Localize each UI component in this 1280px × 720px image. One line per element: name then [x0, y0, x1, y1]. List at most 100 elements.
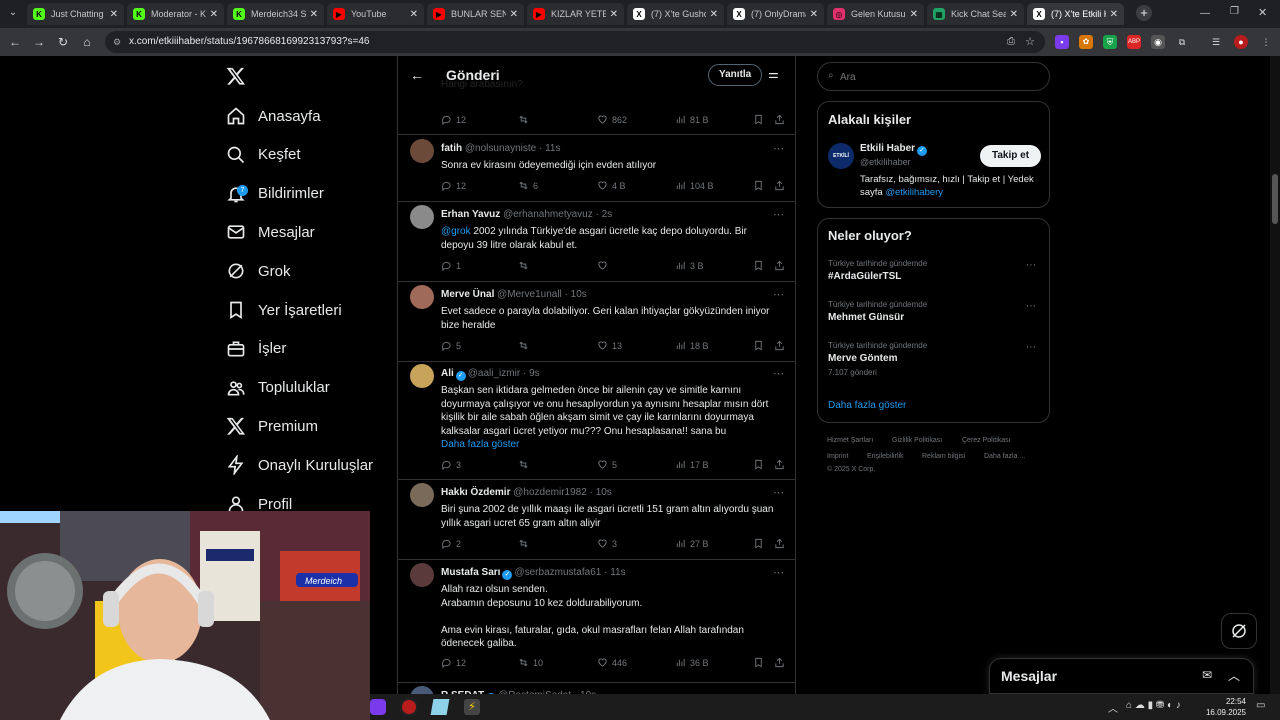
notification-icon[interactable]: ▭: [1256, 700, 1265, 711]
home-browser-icon[interactable]: ⌂: [80, 35, 94, 49]
browser-tab[interactable]: ▶ KIZLAR YETER ✕: [527, 3, 624, 25]
tweet-author-row[interactable]: Merve Ünal @Merve1unall · 10s: [441, 289, 587, 300]
star-icon[interactable]: ☆: [1025, 31, 1035, 53]
site-info-icon[interactable]: ⚙: [113, 31, 121, 53]
tweet-more-icon[interactable]: ⋯: [773, 367, 784, 380]
tweet-avatar[interactable]: [410, 483, 434, 507]
close-window-icon[interactable]: ✕: [1258, 6, 1267, 19]
reply-action[interactable]: 12: [441, 180, 466, 191]
like-action[interactable]: 4 B: [597, 180, 626, 191]
reply-action[interactable]: 1: [441, 260, 461, 271]
nav-item-1[interactable]: Keşfet: [226, 140, 301, 170]
page-scrollbar[interactable]: [1270, 56, 1280, 720]
x-logo-icon[interactable]: [226, 66, 246, 86]
taskbar-app-icon[interactable]: [370, 699, 386, 715]
nav-item-9[interactable]: Onaylı Kuruluşlar: [226, 450, 373, 480]
tweet[interactable]: Erhan Yavuz @erhanahmetyavuz · 2s ⋯ @grok …: [398, 202, 795, 282]
tab-close-icon[interactable]: ✕: [1110, 9, 1118, 20]
footer-link[interactable]: Reklam bilgisi: [922, 453, 965, 460]
tweet-author-row[interactable]: Erhan Yavuz @erhanahmetyavuz · 2s: [441, 209, 612, 220]
reply-action[interactable]: 12: [441, 657, 466, 668]
share-action[interactable]: [774, 260, 789, 271]
footer-link[interactable]: Erişilebilirlik: [867, 453, 904, 460]
tab-close-icon[interactable]: ✕: [610, 9, 618, 20]
reply-action[interactable]: 12: [441, 114, 466, 125]
etkili-haber-avatar[interactable]: ETKİLİ: [828, 143, 854, 169]
retweet-action[interactable]: [518, 260, 533, 271]
share-action[interactable]: [774, 538, 789, 549]
new-message-icon[interactable]: ✉: [1202, 668, 1212, 682]
trend-more-icon[interactable]: ⋯: [1026, 342, 1036, 353]
share-action[interactable]: [774, 459, 789, 470]
browser-menu-icon[interactable]: ⋮: [1259, 35, 1273, 49]
views-action[interactable]: 81 B: [675, 114, 709, 125]
views-action[interactable]: 36 B: [675, 657, 709, 668]
follow-button[interactable]: Takip et: [980, 145, 1042, 167]
tweet-avatar[interactable]: [410, 364, 434, 388]
views-action[interactable]: 104 B: [675, 180, 714, 191]
tab-close-icon[interactable]: ✕: [110, 9, 118, 20]
nav-item-4[interactable]: Grok: [226, 256, 291, 286]
bookmark-action[interactable]: [753, 459, 768, 470]
nav-item-0[interactable]: Anasayfa: [226, 101, 321, 131]
browser-tab[interactable]: ▶ BUNLAR SENİN ✕: [427, 3, 524, 25]
bookmark-action[interactable]: [753, 340, 768, 351]
trend-more-icon[interactable]: ⋯: [1026, 301, 1036, 312]
tweet-more-icon[interactable]: ⋯: [773, 288, 784, 301]
bookmark-action[interactable]: [753, 657, 768, 668]
reply-button[interactable]: Yanıtla: [708, 64, 763, 86]
tweet-avatar[interactable]: [410, 563, 434, 587]
share-action[interactable]: [774, 340, 789, 351]
sliders-icon[interactable]: ⚌: [768, 67, 779, 81]
scrollbar-thumb[interactable]: [1272, 174, 1278, 224]
minimize-icon[interactable]: —: [1200, 8, 1210, 19]
search-input[interactable]: [840, 69, 1030, 85]
browser-tab[interactable]: X (7) OnlyDrama ✕: [727, 3, 824, 25]
nav-item-3[interactable]: Mesajlar: [226, 217, 315, 247]
reply-action[interactable]: 2: [441, 538, 461, 549]
tab-close-icon[interactable]: ✕: [210, 9, 218, 20]
tweet[interactable]: Merve Ünal @Merve1unall · 10s ⋯ Evet sadec…: [398, 282, 795, 362]
tweet-avatar[interactable]: [410, 139, 434, 163]
install-icon[interactable]: ⎙: [1007, 31, 1015, 53]
browser-tab[interactable]: X (7) X'te Gusho ✕: [627, 3, 724, 25]
like-action[interactable]: 13: [597, 340, 622, 351]
retweet-action[interactable]: [518, 340, 533, 351]
tab-close-icon[interactable]: ✕: [910, 9, 918, 20]
tab-close-icon[interactable]: ✕: [710, 9, 718, 20]
expand-icon[interactable]: ︿: [1228, 667, 1240, 684]
maximize-icon[interactable]: ❐: [1230, 6, 1239, 17]
footer-link[interactable]: Hizmet Şartları: [827, 437, 873, 444]
views-action[interactable]: 18 B: [675, 340, 709, 351]
tweet[interactable]: fatih @nolsunayniste · 11s ⋯ Sonra ev kira…: [398, 135, 795, 202]
browser-tab[interactable]: X (7) X'te Etkili H ✕: [1027, 3, 1124, 25]
adblock-icon[interactable]: ABP: [1127, 35, 1141, 49]
nav-item-8[interactable]: Premium: [226, 411, 318, 441]
trends-show-more[interactable]: Daha fazla göster: [828, 400, 906, 411]
address-bar[interactable]: ⚙ x.com/etkiiihaber/status/1967866816992…: [105, 31, 1045, 53]
browser-tab[interactable]: K Just Chatting ✕: [27, 3, 124, 25]
retweet-action[interactable]: 10: [518, 657, 543, 668]
taskbar-files-icon[interactable]: [430, 699, 450, 715]
browser-tab[interactable]: ▦ Kick Chat Search ✕: [927, 3, 1024, 25]
extension-purple-icon[interactable]: ▪: [1055, 35, 1069, 49]
back-arrow-icon[interactable]: ←: [410, 67, 424, 83]
footer-link[interactable]: Çerez Politikası: [962, 437, 1011, 444]
retweet-action[interactable]: [518, 538, 533, 549]
tweet-avatar[interactable]: [410, 205, 434, 229]
nav-item-5[interactable]: Yer İşaretleri: [226, 295, 342, 325]
nav-item-7[interactable]: Topluluklar: [226, 373, 330, 403]
browser-tab[interactable]: K Moderator - Kick ✕: [127, 3, 224, 25]
nav-item-6[interactable]: İşler: [226, 334, 286, 364]
nav-item-2[interactable]: 7 Bildirimler: [226, 179, 324, 209]
views-action[interactable]: 3 B: [675, 260, 704, 271]
bookmark-action[interactable]: [753, 114, 768, 125]
tab-search-icon[interactable]: ⌄: [6, 6, 20, 20]
share-action[interactable]: [774, 657, 789, 668]
profile-avatar[interactable]: ●: [1234, 35, 1248, 49]
extensions-puzzle-icon[interactable]: ⧉: [1175, 35, 1189, 49]
tweet-more-icon[interactable]: ⋯: [773, 486, 784, 499]
tweet-show-more[interactable]: Daha fazla göster: [441, 439, 519, 450]
like-action[interactable]: 3: [597, 538, 617, 549]
reload-icon[interactable]: ↻: [56, 35, 70, 49]
